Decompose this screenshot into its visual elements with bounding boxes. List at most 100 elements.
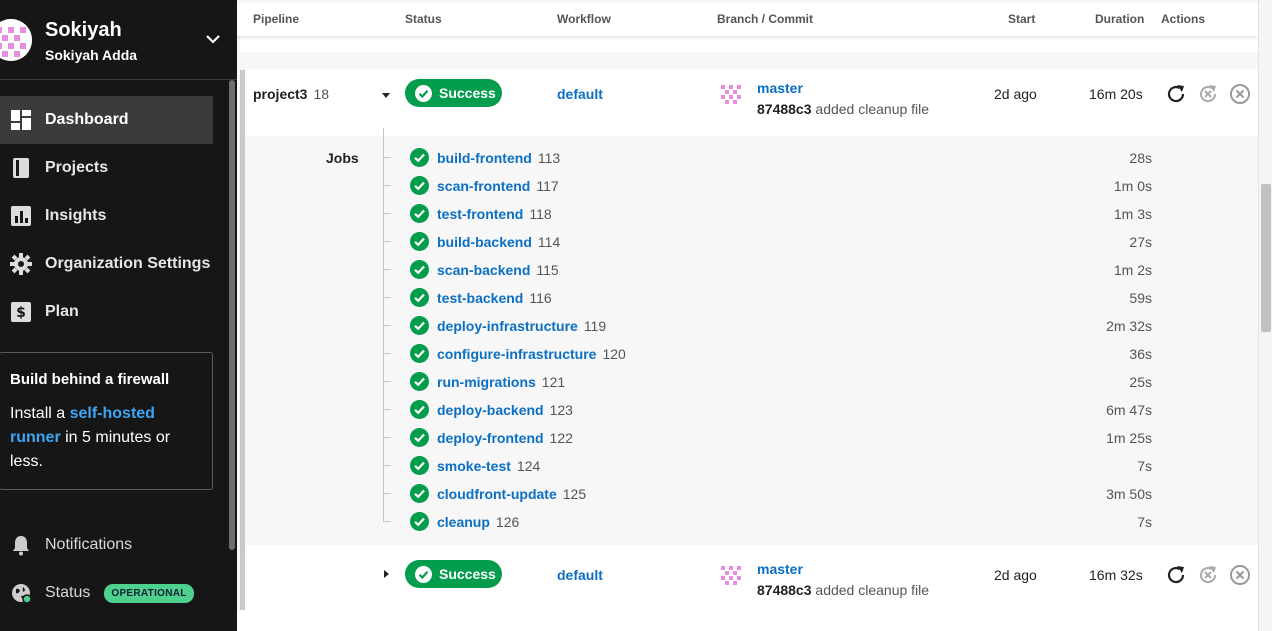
pipeline-row[interactable]: project3 18 Success default master 87488c… [245,70,1258,136]
job-number: 116 [529,290,552,306]
check-circle-icon [410,148,429,167]
chevron-down-icon[interactable] [204,32,222,46]
status-label: Status [45,584,91,601]
caret-right-icon[interactable] [381,569,391,579]
job-link[interactable]: test-backend 116 [437,290,552,306]
job-row[interactable]: run-migrations 121 25s [383,368,1258,396]
check-circle-icon [410,288,429,307]
sidebar-item-insights[interactable]: Insights [0,192,213,240]
job-link[interactable]: cleanup 126 [437,514,519,530]
job-row[interactable]: scan-backend 115 1m 2s [383,256,1258,284]
job-row[interactable]: configure-infrastructure 120 36s [383,340,1258,368]
sidebar-nav: Dashboard Projects Insights Organization… [0,96,213,336]
job-name: scan-frontend [437,178,531,194]
job-row[interactable]: deploy-backend 123 6m 47s [383,396,1258,424]
pipeline-duration: 16m 32s [1089,567,1143,583]
status-badge-success[interactable]: Success [405,79,502,107]
job-link[interactable]: test-frontend 118 [437,206,552,222]
job-link[interactable]: deploy-frontend 122 [437,430,573,446]
job-row[interactable]: build-frontend 113 28s [383,144,1258,172]
rerun-icon[interactable] [1165,564,1187,586]
branch-link[interactable]: master [757,561,803,577]
job-row[interactable]: test-frontend 118 1m 3s [383,200,1258,228]
cancel-icon[interactable] [1229,564,1251,586]
sidebar-item-plan[interactable]: $ Plan [0,288,213,336]
rerun-failed-icon[interactable] [1197,564,1219,586]
status-badge-success[interactable]: Success [405,560,502,588]
header-duration: Duration [1095,12,1145,26]
job-link[interactable]: configure-infrastructure 120 [437,346,626,362]
org-name: Sokiyah [45,19,122,41]
job-row[interactable]: test-backend 116 59s [383,284,1258,312]
job-duration: 1m 25s [1106,430,1152,446]
project-name: project3 [253,86,308,102]
job-number: 113 [537,150,561,166]
job-row[interactable]: build-backend 114 27s [383,228,1258,256]
rerun-failed-icon[interactable] [1197,83,1219,105]
check-circle-icon [410,176,429,195]
commit-message: added cleanup file [815,582,930,598]
job-duration: 7s [1137,514,1152,530]
workflow-link[interactable]: default [557,567,603,583]
job-link[interactable]: scan-backend 115 [437,262,559,278]
job-row[interactable]: scan-frontend 117 1m 0s [383,172,1258,200]
job-number: 115 [536,262,559,278]
job-link[interactable]: deploy-backend 123 [437,402,573,418]
sidebar-item-notifications[interactable]: Notifications [0,530,213,560]
status-badge: OPERATIONAL [104,583,194,603]
rerun-icon[interactable] [1165,83,1187,105]
job-row[interactable]: cloudfront-update 125 3m 50s [383,480,1258,508]
scrollbar-thumb[interactable] [1261,184,1271,332]
header-status: Status [405,12,442,26]
commit-info[interactable]: 87488c3 added cleanup file [757,101,929,117]
job-name: cloudfront-update [437,486,557,502]
avatar [717,561,745,589]
promo-title: Build behind a firewall [10,371,170,388]
job-duration: 1m 2s [1113,262,1152,278]
check-circle-icon [410,204,429,223]
sidebar-item-status[interactable]: Status OPERATIONAL [0,578,213,608]
job-number: 119 [583,318,607,334]
dollar-icon: $ [10,301,32,323]
pipeline-duration: 16m 20s [1089,86,1143,102]
page-scrollbar[interactable] [1258,0,1272,631]
job-row[interactable]: deploy-infrastructure 119 2m 32s [383,312,1258,340]
job-name: deploy-infrastructure [437,318,578,334]
sidebar-item-organization-settings[interactable]: Organization Settings [0,240,213,288]
check-circle-icon [415,84,432,102]
pipeline-row[interactable]: Success default master 87488c3 added cle… [245,545,1258,611]
caret-down-icon[interactable] [381,90,391,100]
check-circle-icon [410,400,429,419]
job-link[interactable]: cloudfront-update 125 [437,486,586,502]
avatar [717,80,745,108]
sidebar-item-label: Organization Settings [45,255,211,272]
job-link[interactable]: scan-frontend 117 [437,178,559,194]
job-link[interactable]: smoke-test 124 [437,458,540,474]
tree-branch [383,353,391,354]
commit-info[interactable]: 87488c3 added cleanup file [757,582,929,598]
job-link[interactable]: build-backend 114 [437,234,560,250]
header-start: Start [1008,12,1036,26]
sidebar-scrollbar[interactable] [229,80,235,550]
job-number: 117 [536,178,559,194]
job-number: 123 [549,402,573,418]
table-header: Pipeline Status Workflow Branch / Commit… [237,3,1258,36]
sidebar-item-projects[interactable]: Projects [0,144,213,192]
job-link[interactable]: build-frontend 113 [437,150,560,166]
job-name: build-backend [437,234,532,250]
job-row[interactable]: cleanup 126 7s [383,508,1258,536]
workflow-link[interactable]: default [557,86,603,102]
promo-text-before: Install a [10,405,70,422]
job-row[interactable]: deploy-frontend 122 1m 25s [383,424,1258,452]
job-link[interactable]: deploy-infrastructure 119 [437,318,606,334]
pipeline-project[interactable]: project3 18 [253,86,329,102]
job-link[interactable]: run-migrations 121 [437,374,565,390]
job-row[interactable]: smoke-test 124 7s [383,452,1258,480]
sidebar-item-dashboard[interactable]: Dashboard [0,96,213,144]
cancel-icon[interactable] [1229,83,1251,105]
job-number: 118 [529,206,552,222]
tree-branch [383,213,391,214]
branch-link[interactable]: master [757,80,803,96]
org-switcher[interactable]: Sokiyah Sokiyah Adda [0,0,237,80]
job-duration: 6m 47s [1106,402,1152,418]
